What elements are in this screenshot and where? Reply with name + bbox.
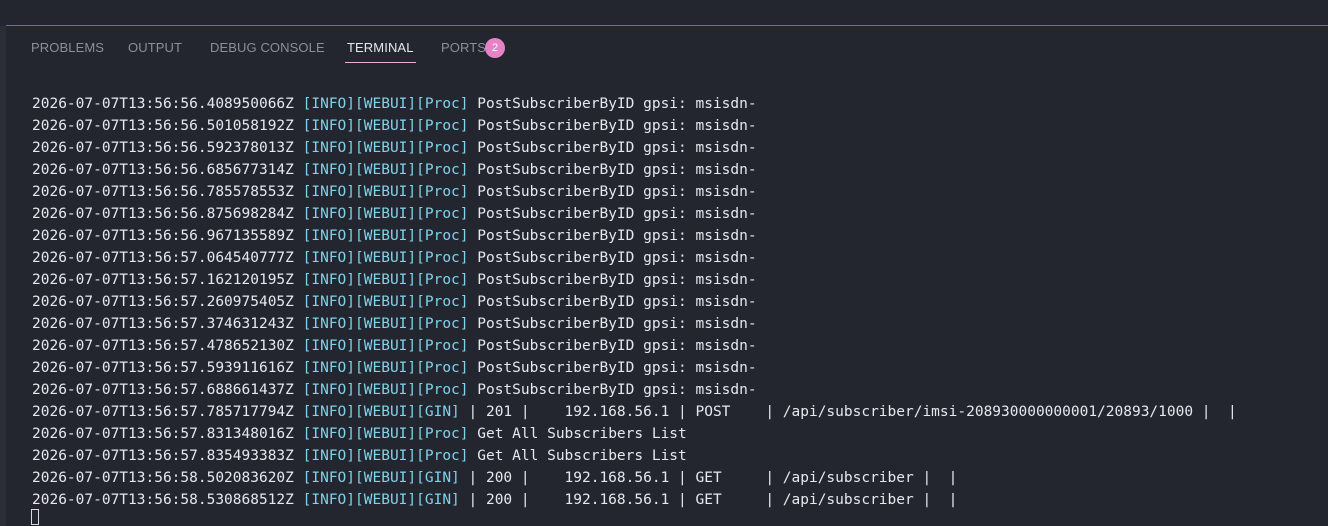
editor-area-edge — [0, 0, 1328, 25]
log-message: | 201 | 192.168.56.1 | POST | /api/subsc… — [459, 404, 1237, 420]
log-timestamp: 2026-07-07T13:56:56.501058192Z — [32, 118, 294, 134]
log-level-tag: [INFO][WEBUI][Proc] — [302, 316, 469, 332]
activity-bar-edge — [0, 26, 6, 526]
log-message: PostSubscriberByID gpsi: msisdn- — [468, 360, 757, 376]
terminal-line: 2026-07-07T13:56:57.374631243Z [INFO][WE… — [32, 313, 1322, 335]
terminal-line: 2026-07-07T13:56:57.785717794Z [INFO][WE… — [32, 401, 1322, 423]
log-timestamp: 2026-07-07T13:56:57.478652130Z — [32, 338, 294, 354]
log-level-tag: [INFO][WEBUI][GIN] — [302, 404, 460, 420]
log-message: PostSubscriberByID gpsi: msisdn- — [468, 118, 757, 134]
active-tab-indicator — [345, 62, 416, 63]
log-timestamp: 2026-07-07T13:56:58.530868512Z — [32, 492, 294, 508]
log-level-tag: [INFO][WEBUI][Proc] — [302, 426, 469, 442]
log-timestamp: 2026-07-07T13:56:57.785717794Z — [32, 404, 294, 420]
log-timestamp: 2026-07-07T13:56:57.835493383Z — [32, 448, 294, 464]
log-timestamp: 2026-07-07T13:56:58.502083620Z — [32, 470, 294, 486]
terminal-line: 2026-07-07T13:56:58.502083620Z [INFO][WE… — [32, 467, 1322, 489]
log-message: PostSubscriberByID gpsi: msisdn- — [468, 162, 757, 178]
log-level-tag: [INFO][WEBUI][Proc] — [302, 338, 469, 354]
log-level-tag: [INFO][WEBUI][Proc] — [302, 272, 469, 288]
log-timestamp: 2026-07-07T13:56:56.785578553Z — [32, 184, 294, 200]
log-message: PostSubscriberByID gpsi: msisdn- — [468, 96, 757, 112]
ports-count-badge: 2 — [485, 38, 505, 58]
tab-debug-console[interactable]: DEBUG CONSOLE — [210, 26, 325, 71]
log-timestamp: 2026-07-07T13:56:56.967135589Z — [32, 228, 294, 244]
terminal-line: 2026-07-07T13:56:57.593911616Z [INFO][WE… — [32, 357, 1322, 379]
log-level-tag: [INFO][WEBUI][GIN] — [302, 470, 460, 486]
terminal-line: 2026-07-07T13:56:57.835493383Z [INFO][WE… — [32, 445, 1322, 467]
log-level-tag: [INFO][WEBUI][Proc] — [302, 184, 469, 200]
log-timestamp: 2026-07-07T13:56:57.260975405Z — [32, 294, 294, 310]
terminal-line: 2026-07-07T13:56:56.875698284Z [INFO][WE… — [32, 203, 1322, 225]
tab-output[interactable]: OUTPUT — [128, 26, 182, 71]
terminal-line: 2026-07-07T13:56:57.688661437Z [INFO][WE… — [32, 379, 1322, 401]
terminal-output[interactable]: 2026-07-07T13:56:56.408950066Z [INFO][WE… — [32, 93, 1322, 511]
log-message: PostSubscriberByID gpsi: msisdn- — [468, 382, 757, 398]
log-level-tag: [INFO][WEBUI][Proc] — [302, 250, 469, 266]
log-timestamp: 2026-07-07T13:56:56.685677314Z — [32, 162, 294, 178]
terminal-line: 2026-07-07T13:56:56.967135589Z [INFO][WE… — [32, 225, 1322, 247]
tab-ports[interactable]: PORTS — [441, 26, 486, 71]
log-message: PostSubscriberByID gpsi: msisdn- — [468, 316, 757, 332]
log-message: | 200 | 192.168.56.1 | GET | /api/subscr… — [459, 492, 958, 508]
tab-label: TERMINAL — [347, 40, 414, 55]
log-timestamp: 2026-07-07T13:56:57.162120195Z — [32, 272, 294, 288]
log-message: PostSubscriberByID gpsi: msisdn- — [468, 140, 757, 156]
tab-problems[interactable]: PROBLEMS — [31, 26, 104, 71]
log-level-tag: [INFO][WEBUI][Proc] — [302, 140, 469, 156]
terminal-line: 2026-07-07T13:56:57.831348016Z [INFO][WE… — [32, 423, 1322, 445]
terminal-line: 2026-07-07T13:56:57.478652130Z [INFO][WE… — [32, 335, 1322, 357]
log-message: Get All Subscribers List — [468, 448, 687, 464]
log-level-tag: [INFO][WEBUI][GIN] — [302, 492, 460, 508]
terminal-line: 2026-07-07T13:56:57.260975405Z [INFO][WE… — [32, 291, 1322, 313]
log-message: | 200 | 192.168.56.1 | GET | /api/subscr… — [459, 470, 958, 486]
log-message: PostSubscriberByID gpsi: msisdn- — [468, 338, 757, 354]
log-timestamp: 2026-07-07T13:56:57.064540777Z — [32, 250, 294, 266]
log-level-tag: [INFO][WEBUI][Proc] — [302, 96, 469, 112]
log-message: PostSubscriberByID gpsi: msisdn- — [468, 206, 757, 222]
log-message: PostSubscriberByID gpsi: msisdn- — [468, 228, 757, 244]
log-level-tag: [INFO][WEBUI][Proc] — [302, 448, 469, 464]
log-timestamp: 2026-07-07T13:56:56.592378013Z — [32, 140, 294, 156]
log-level-tag: [INFO][WEBUI][Proc] — [302, 294, 469, 310]
tab-label: PORTS — [441, 40, 487, 55]
log-message: Get All Subscribers List — [468, 426, 687, 442]
terminal-line: 2026-07-07T13:56:56.501058192Z [INFO][WE… — [32, 115, 1322, 137]
log-level-tag: [INFO][WEBUI][Proc] — [302, 382, 469, 398]
log-level-tag: [INFO][WEBUI][Proc] — [302, 118, 469, 134]
terminal-line: 2026-07-07T13:56:56.685677314Z [INFO][WE… — [32, 159, 1322, 181]
log-timestamp: 2026-07-07T13:56:57.374631243Z — [32, 316, 294, 332]
terminal-line: 2026-07-07T13:56:56.592378013Z [INFO][WE… — [32, 137, 1322, 159]
tab-label: OUTPUT — [128, 40, 183, 55]
tab-terminal[interactable]: TERMINAL — [345, 26, 416, 71]
tab-label: PROBLEMS — [31, 40, 105, 55]
terminal-line: 2026-07-07T13:56:56.408950066Z [INFO][WE… — [32, 93, 1322, 115]
log-message: PostSubscriberByID gpsi: msisdn- — [468, 250, 757, 266]
terminal-line: 2026-07-07T13:56:58.530868512Z [INFO][WE… — [32, 489, 1322, 511]
log-message: PostSubscriberByID gpsi: msisdn- — [468, 184, 757, 200]
log-level-tag: [INFO][WEBUI][Proc] — [302, 360, 469, 376]
tab-label: DEBUG CONSOLE — [210, 40, 325, 55]
log-timestamp: 2026-07-07T13:56:57.593911616Z — [32, 360, 294, 376]
terminal-line: 2026-07-07T13:56:57.064540777Z [INFO][WE… — [32, 247, 1322, 269]
log-timestamp: 2026-07-07T13:56:57.688661437Z — [32, 382, 294, 398]
log-message: PostSubscriberByID gpsi: msisdn- — [468, 272, 757, 288]
log-timestamp: 2026-07-07T13:56:56.408950066Z — [32, 96, 294, 112]
log-timestamp: 2026-07-07T13:56:57.831348016Z — [32, 426, 294, 442]
terminal-cursor — [31, 509, 39, 525]
panel-tab-bar: PROBLEMS OUTPUT DEBUG CONSOLE TERMINAL P… — [6, 26, 1328, 71]
terminal-line: 2026-07-07T13:56:57.162120195Z [INFO][WE… — [32, 269, 1322, 291]
terminal-line: 2026-07-07T13:56:56.785578553Z [INFO][WE… — [32, 181, 1322, 203]
log-level-tag: [INFO][WEBUI][Proc] — [302, 206, 469, 222]
log-level-tag: [INFO][WEBUI][Proc] — [302, 162, 469, 178]
log-timestamp: 2026-07-07T13:56:56.875698284Z — [32, 206, 294, 222]
log-level-tag: [INFO][WEBUI][Proc] — [302, 228, 469, 244]
log-message: PostSubscriberByID gpsi: msisdn- — [468, 294, 757, 310]
